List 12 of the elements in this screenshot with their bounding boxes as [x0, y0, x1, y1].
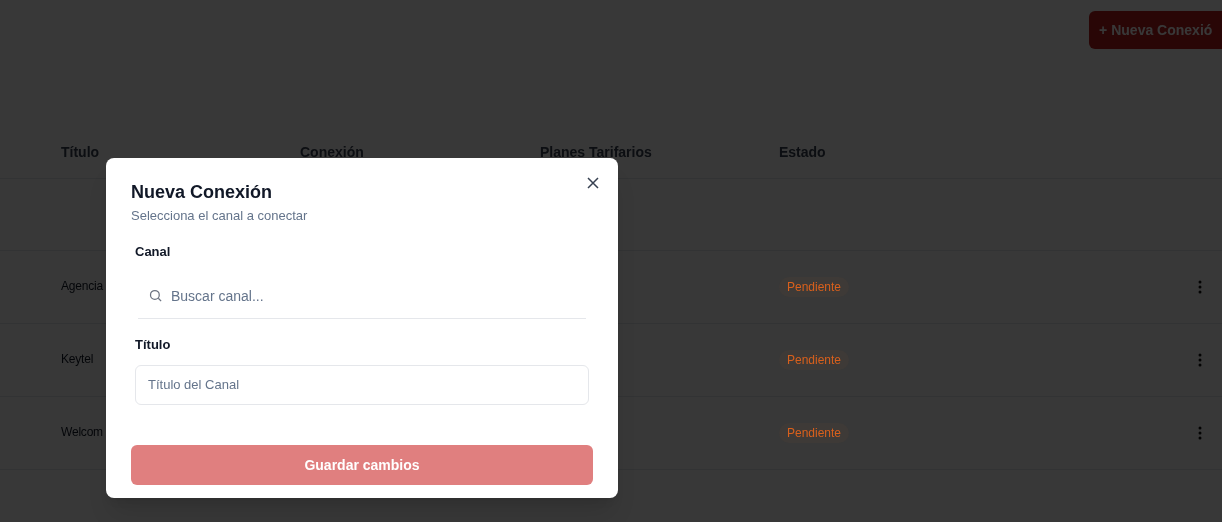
search-field[interactable]: Buscar canal... [138, 273, 586, 319]
dialog-title: Nueva Conexión [131, 181, 273, 204]
title-field[interactable]: Título del Canal [135, 364, 589, 405]
status-badge: Pendiente [779, 350, 850, 370]
search-icon [148, 288, 163, 303]
dialog-subtitle: Selecciona el canal a conectar [131, 207, 308, 225]
status-badge: Pendiente [779, 423, 850, 443]
search-input[interactable]: Buscar canal... [171, 285, 576, 306]
status-badge: Pendiente [779, 277, 850, 297]
close-icon[interactable] [587, 177, 599, 189]
field-label: Canal [135, 242, 171, 261]
field-label: Título [135, 336, 171, 354]
